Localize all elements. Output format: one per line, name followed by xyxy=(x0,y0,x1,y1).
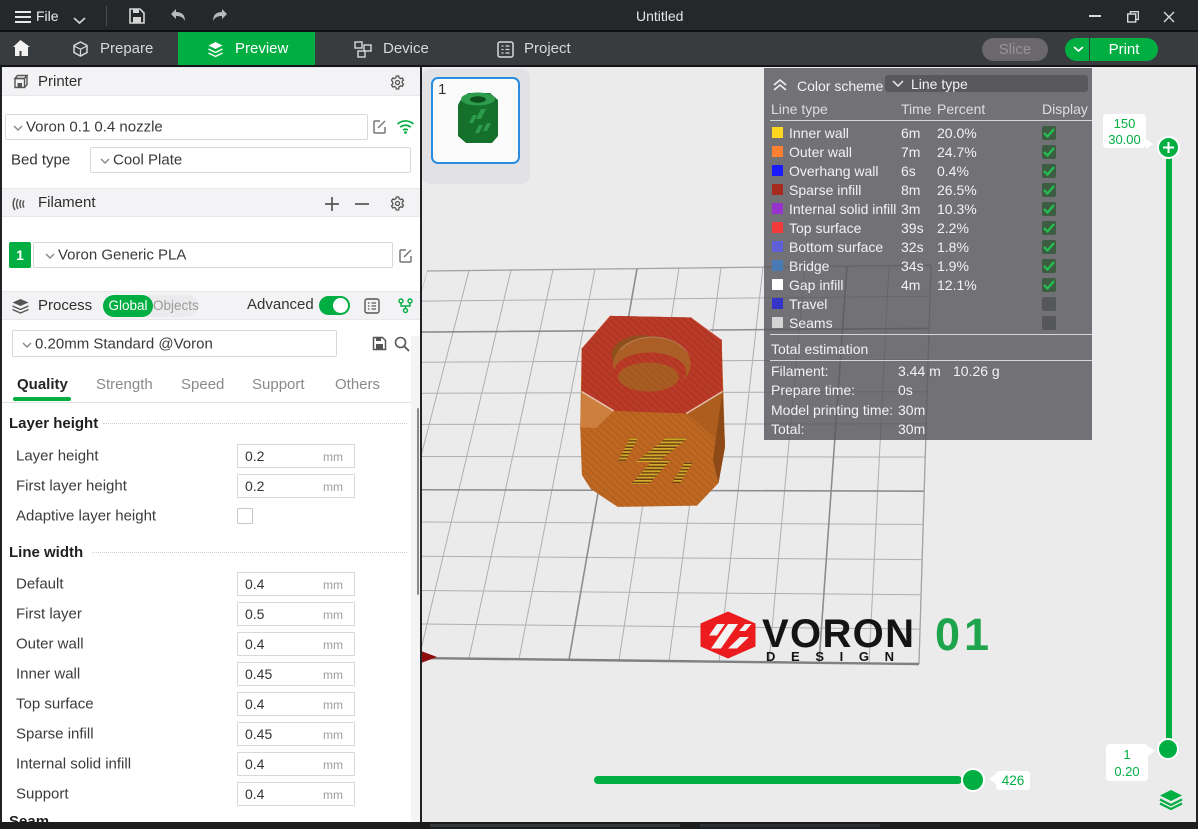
svg-text:01: 01 xyxy=(935,609,993,660)
